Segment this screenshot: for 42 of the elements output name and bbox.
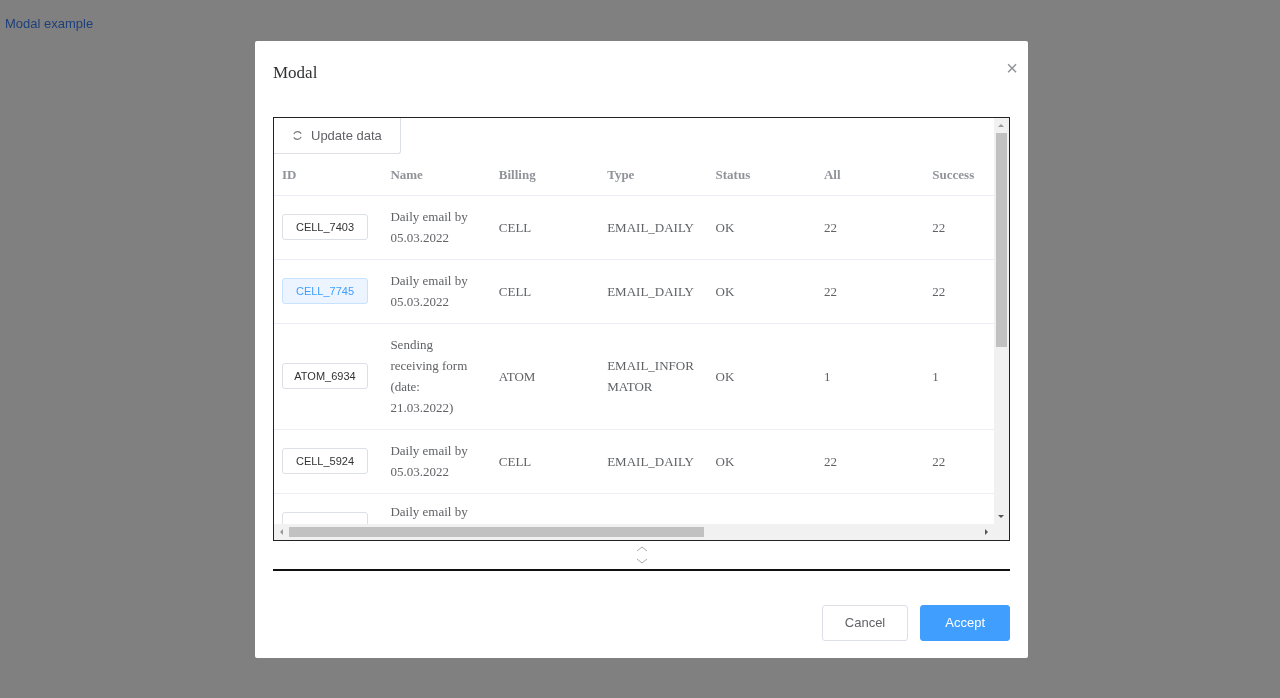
- table-cell-text: 22: [823, 218, 837, 237]
- update-data-label: Update data: [311, 126, 382, 145]
- modal-title: Modal: [273, 62, 318, 85]
- id-tag[interactable]: ATOM_6934: [282, 363, 368, 389]
- horizontal-scrollbar[interactable]: [274, 524, 1009, 540]
- column-header: Status: [707, 154, 816, 196]
- table-cell-text: CELL: [498, 282, 532, 301]
- table-cell-text: Sending receiving form (date: 21.03.2022): [390, 336, 469, 417]
- table-cell-text: EMAIL_DAILY: [607, 218, 694, 237]
- table-cell-text: Daily email by 05.03.2022: [390, 208, 469, 247]
- table-cell-text: OK: [715, 367, 735, 386]
- table-cell-text: OK: [715, 218, 735, 237]
- table-cell-text: Daily email by 05.03.2022: [390, 272, 469, 311]
- update-data-button[interactable]: Update data: [274, 118, 401, 154]
- table-cell-text: OK: [715, 282, 735, 301]
- table-cell-text: 22: [823, 282, 837, 301]
- column-header: Billing: [490, 154, 600, 196]
- vertical-scrollbar[interactable]: [994, 118, 1009, 524]
- table-cell-text: EMAIL_INFOR MATOR: [607, 357, 695, 396]
- table-cell-text: ATOM: [498, 367, 536, 386]
- table-cell-text: 1: [823, 367, 831, 386]
- table-cell-text: 22: [932, 452, 946, 471]
- table-cell-text: EMAIL_DAILY: [607, 452, 694, 471]
- id-tag[interactable]: CELL_7403: [282, 214, 368, 240]
- id-tag[interactable]: CELL_5924: [282, 448, 368, 474]
- table-cell-text: 22: [932, 282, 946, 301]
- column-header: Type: [599, 154, 708, 196]
- table-cell-text: Daily email by: [390, 503, 468, 521]
- table-cell-text: 22: [823, 452, 837, 471]
- refresh-icon: [292, 130, 303, 141]
- table-cell-text: OK: [715, 452, 735, 471]
- resize-handle-icon[interactable]: [635, 545, 648, 565]
- table-cell-text: CELL: [498, 452, 532, 471]
- table-cell-text: CELL: [498, 218, 532, 237]
- column-header: All: [815, 154, 925, 196]
- table-cell-text: EMAIL_DAILY: [607, 282, 694, 301]
- table-cell-text: Daily email by 05.03.2022: [390, 442, 469, 481]
- cancel-button[interactable]: Cancel: [821, 605, 909, 641]
- table-cell-text: 1: [932, 367, 939, 386]
- table-cell-text: 22: [932, 218, 946, 237]
- column-header: Name: [382, 154, 491, 196]
- column-header: ID: [274, 154, 383, 196]
